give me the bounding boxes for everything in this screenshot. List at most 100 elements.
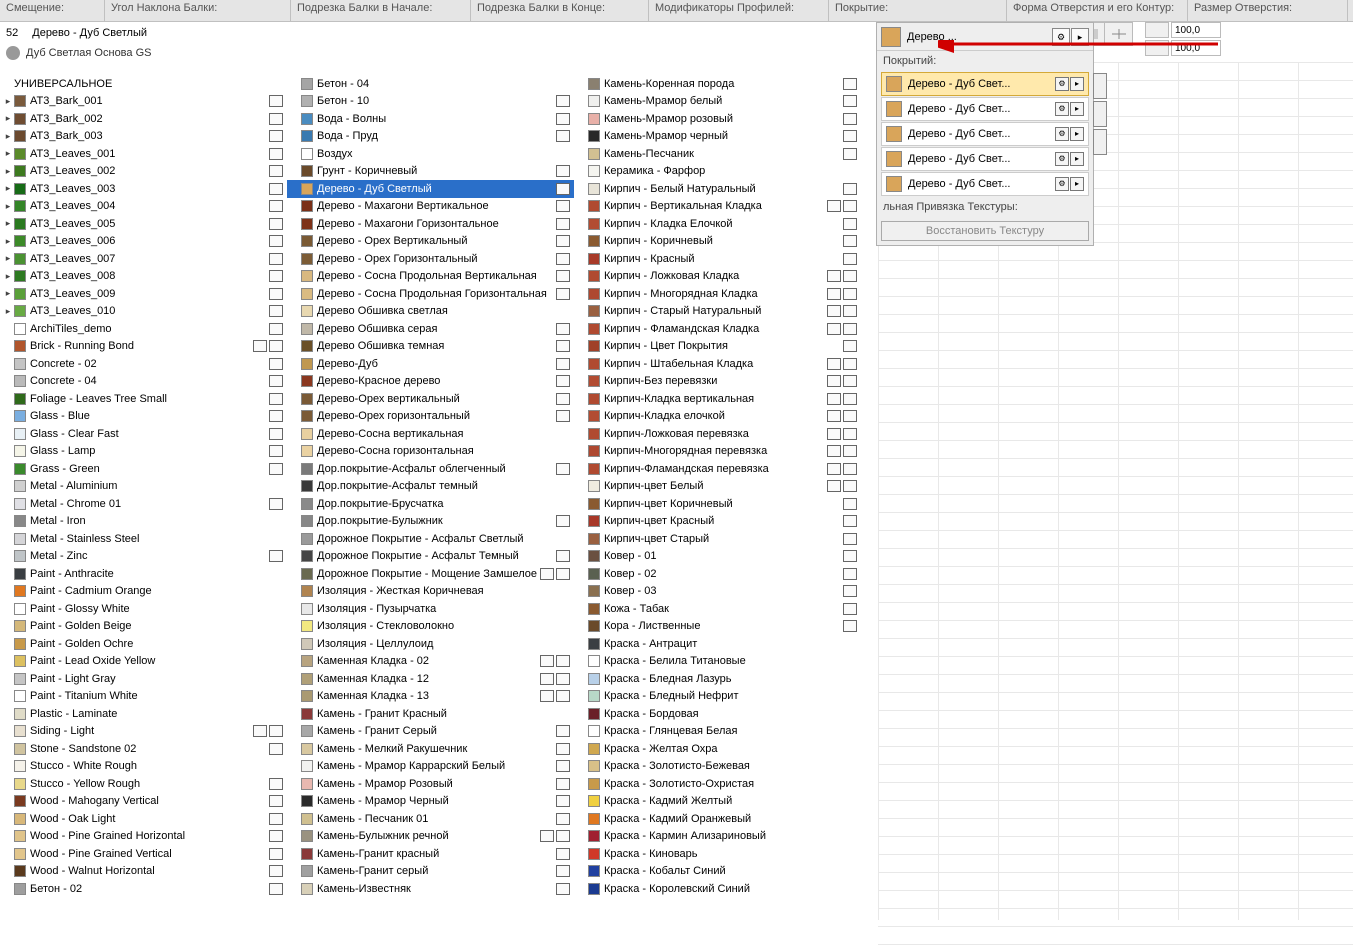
link-mid-icon[interactable] xyxy=(1093,101,1107,127)
options-icon[interactable]: ⚙ xyxy=(1055,177,1069,191)
material-item[interactable]: Камень - Мрамор Каррарский Белый xyxy=(287,758,574,776)
material-item[interactable]: ▸AT3_Bark_003 xyxy=(0,128,287,146)
coverage-item[interactable]: Дерево - Дуб Свет...⚙▸ xyxy=(881,147,1089,171)
material-item[interactable]: Concrete - 04 xyxy=(0,373,287,391)
material-item[interactable]: Ковер - 01 xyxy=(574,548,861,566)
arrow-icon[interactable]: ▸ xyxy=(1070,102,1084,116)
material-item[interactable]: Grass - Green xyxy=(0,460,287,478)
material-item[interactable]: Stucco - Yellow Rough xyxy=(0,775,287,793)
coverage-item[interactable]: Дерево - Дуб Свет...⚙▸ xyxy=(881,122,1089,146)
material-item[interactable]: ▸AT3_Leaves_006 xyxy=(0,233,287,251)
material-item[interactable]: Wood - Walnut Horizontal xyxy=(0,863,287,881)
material-item[interactable]: Кирпич - Старый Натуральный xyxy=(574,303,861,321)
material-item[interactable]: Краска - Кадмий Оранжевый xyxy=(574,810,861,828)
material-item[interactable]: Кирпич - Штабельная Кладка xyxy=(574,355,861,373)
material-item[interactable]: Камень - Мелкий Ракушечник xyxy=(287,740,574,758)
material-item[interactable]: Камень-Мрамор белый xyxy=(574,93,861,111)
material-item[interactable]: ▸AT3_Leaves_004 xyxy=(0,198,287,216)
material-item[interactable]: Изоляция - Целлулоид xyxy=(287,635,574,653)
options-icon[interactable]: ⚙ xyxy=(1055,127,1069,141)
arrow-icon[interactable]: ▸ xyxy=(1070,177,1084,191)
material-item[interactable]: Краска - Кадмий Желтый xyxy=(574,793,861,811)
material-item[interactable]: Керамика - Фарфор xyxy=(574,163,861,181)
material-item[interactable]: ▸AT3_Leaves_009 xyxy=(0,285,287,303)
restore-texture-button[interactable]: Восстановить Текстуру xyxy=(881,221,1089,241)
material-item[interactable]: Краска - Бледная Лазурь xyxy=(574,670,861,688)
material-item[interactable]: Дор.покрытие-Асфальт темный xyxy=(287,478,574,496)
material-item[interactable]: Кирпич - Коричневый xyxy=(574,233,861,251)
material-item[interactable]: Краска - Белила Титановые xyxy=(574,653,861,671)
material-item[interactable]: Бетон - 10 xyxy=(287,93,574,111)
material-item[interactable]: Изоляция - Пузырчатка xyxy=(287,600,574,618)
material-item[interactable]: Каменная Кладка - 13 xyxy=(287,688,574,706)
material-item[interactable]: Камень - Гранит Красный xyxy=(287,705,574,723)
material-item[interactable]: Дерево Обшивка темная xyxy=(287,338,574,356)
material-item[interactable]: Дерево-Орех горизонтальный xyxy=(287,408,574,426)
hole-width-input[interactable] xyxy=(1171,22,1221,38)
material-item[interactable]: ▸AT3_Bark_001 xyxy=(0,93,287,111)
material-item[interactable]: Кирпич - Многорядная Кладка xyxy=(574,285,861,303)
material-item[interactable]: Paint - Cadmium Orange xyxy=(0,583,287,601)
material-item[interactable]: Concrete - 02 xyxy=(0,355,287,373)
material-item[interactable]: Дерево - Махагони Вертикальное xyxy=(287,198,574,216)
material-item[interactable]: Краска - Королевский Синий xyxy=(574,880,861,898)
material-item[interactable]: Glass - Clear Fast xyxy=(0,425,287,443)
material-item[interactable]: Дор.покрытие-Асфальт облегченный xyxy=(287,460,574,478)
material-item[interactable]: ▸AT3_Leaves_005 xyxy=(0,215,287,233)
material-item[interactable]: Metal - Aluminium xyxy=(0,478,287,496)
material-item[interactable]: Кирпич-Фламандская перевязка xyxy=(574,460,861,478)
material-item[interactable]: Камень - Гранит Серый xyxy=(287,723,574,741)
coverage-item[interactable]: Дерево - Дуб Свет...⚙▸ xyxy=(881,172,1089,196)
material-item[interactable]: Камень - Мрамор Черный xyxy=(287,793,574,811)
material-item[interactable]: Вода - Волны xyxy=(287,110,574,128)
hole-height-input[interactable] xyxy=(1171,40,1221,56)
material-item[interactable]: ▸AT3_Bark_002 xyxy=(0,110,287,128)
material-item[interactable]: Кирпич-Кладка елочкой xyxy=(574,408,861,426)
material-item[interactable]: Камень-Коренная порода xyxy=(574,75,861,93)
material-item[interactable]: Paint - Light Gray xyxy=(0,670,287,688)
material-item[interactable]: Краска - Кобальт Синий xyxy=(574,863,861,881)
material-item[interactable]: Кирпич-Многорядная перевязка xyxy=(574,443,861,461)
material-item[interactable]: Ковер - 02 xyxy=(574,565,861,583)
material-item[interactable]: Stucco - White Rough xyxy=(0,758,287,776)
material-item[interactable]: Камень-Мрамор черный xyxy=(574,128,861,146)
material-item[interactable]: Грунт - Коричневый xyxy=(287,163,574,181)
material-item[interactable]: Бетон - 02 xyxy=(0,880,287,898)
panel-dropdown-icon[interactable]: ▸ xyxy=(1071,28,1089,46)
options-icon[interactable]: ⚙ xyxy=(1055,152,1069,166)
material-item[interactable]: Дерево - Дуб Светлый xyxy=(287,180,574,198)
material-item[interactable]: ▸AT3_Leaves_008 xyxy=(0,268,287,286)
material-item[interactable]: Дорожное Покрытие - Мощение Замшелое xyxy=(287,565,574,583)
material-item[interactable]: Кирпич-Кладка вертикальная xyxy=(574,390,861,408)
material-item[interactable]: Paint - Titanium White xyxy=(0,688,287,706)
material-item[interactable]: Краска - Бордовая xyxy=(574,705,861,723)
material-item[interactable]: Кирпич-Без перевязки xyxy=(574,373,861,391)
material-item[interactable]: ▸AT3_Leaves_001 xyxy=(0,145,287,163)
material-item[interactable]: Paint - Golden Ochre xyxy=(0,635,287,653)
material-item[interactable]: Дерево-Сосна горизонтальная xyxy=(287,443,574,461)
material-item[interactable]: Glass - Blue xyxy=(0,408,287,426)
material-item[interactable]: Дерево-Дуб xyxy=(287,355,574,373)
link-top-icon[interactable] xyxy=(1093,73,1107,99)
material-item[interactable]: Paint - Anthracite xyxy=(0,565,287,583)
material-item[interactable]: Изоляция - Жесткая Коричневая xyxy=(287,583,574,601)
material-item[interactable]: УНИВЕРСАЛЬНОЕ xyxy=(0,75,287,93)
material-item[interactable]: Краска - Глянцевая Белая xyxy=(574,723,861,741)
material-item[interactable]: Foliage - Leaves Tree Small xyxy=(0,390,287,408)
material-item[interactable]: Краска - Золотисто-Охристая xyxy=(574,775,861,793)
material-item[interactable]: Stone - Sandstone 02 xyxy=(0,740,287,758)
material-item[interactable]: Дерево-Сосна вертикальная xyxy=(287,425,574,443)
material-item[interactable]: ▸AT3_Leaves_010 xyxy=(0,303,287,321)
material-item[interactable]: Дор.покрытие-Булыжник xyxy=(287,513,574,531)
material-item[interactable]: Камень-Известняк xyxy=(287,880,574,898)
material-item[interactable]: Кирпич - Белый Натуральный xyxy=(574,180,861,198)
options-icon[interactable]: ⚙ xyxy=(1055,77,1069,91)
material-item[interactable]: Дерево - Сосна Продольная Вертикальная xyxy=(287,268,574,286)
material-item[interactable]: Камень - Мрамор Розовый xyxy=(287,775,574,793)
material-item[interactable]: Brick - Running Bond xyxy=(0,338,287,356)
material-item[interactable]: Дерево - Орех Вертикальный xyxy=(287,233,574,251)
material-item[interactable]: Wood - Pine Grained Vertical xyxy=(0,845,287,863)
contour-opt2-button[interactable] xyxy=(1105,22,1133,46)
material-item[interactable]: Plastic - Laminate xyxy=(0,705,287,723)
material-item[interactable]: Дерево Обшивка светлая xyxy=(287,303,574,321)
